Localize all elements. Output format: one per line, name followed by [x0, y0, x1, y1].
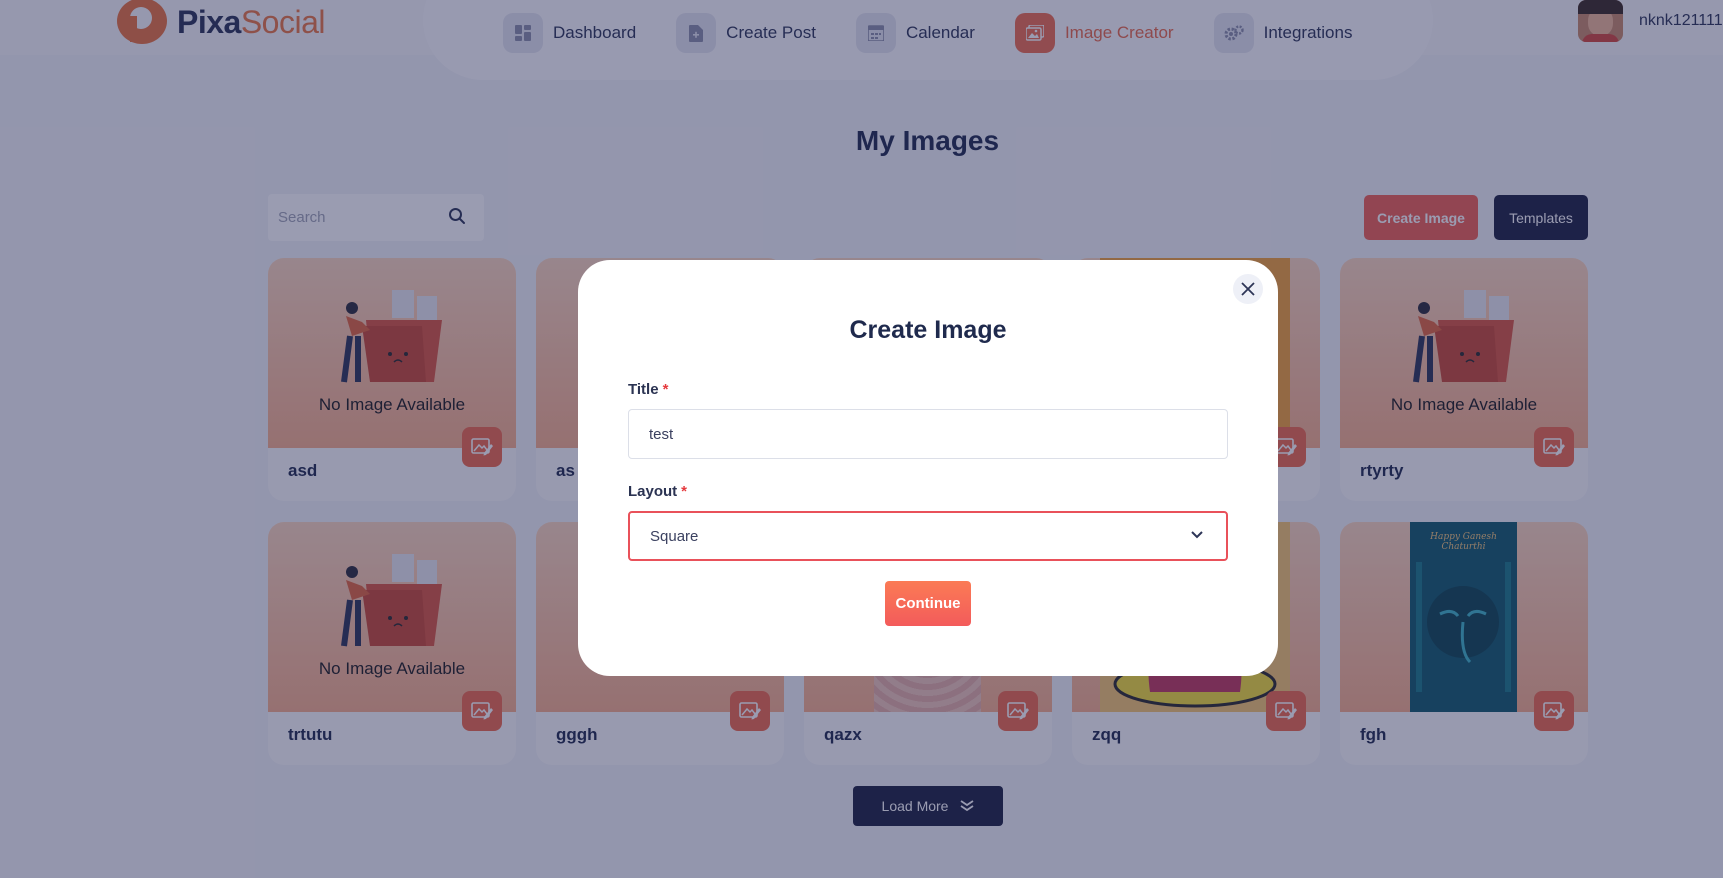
create-image-modal: Create Image Title* Layout* Square Conti…: [578, 260, 1278, 676]
layout-select[interactable]: Square: [628, 511, 1228, 561]
layout-selected-value: Square: [650, 527, 699, 545]
title-field-label: Title *: [628, 381, 669, 398]
title-input[interactable]: [649, 425, 1149, 443]
continue-button[interactable]: Continue: [885, 581, 971, 626]
layout-field-label: Layout *: [628, 483, 688, 500]
chevron-down-icon: [1191, 531, 1203, 539]
close-button[interactable]: [1233, 274, 1263, 304]
title-field-wrapper: [628, 409, 1228, 459]
close-icon: [1241, 282, 1255, 296]
required-mark: *: [681, 483, 688, 500]
required-mark: *: [662, 381, 669, 398]
modal-title: Create Image: [849, 316, 1007, 344]
